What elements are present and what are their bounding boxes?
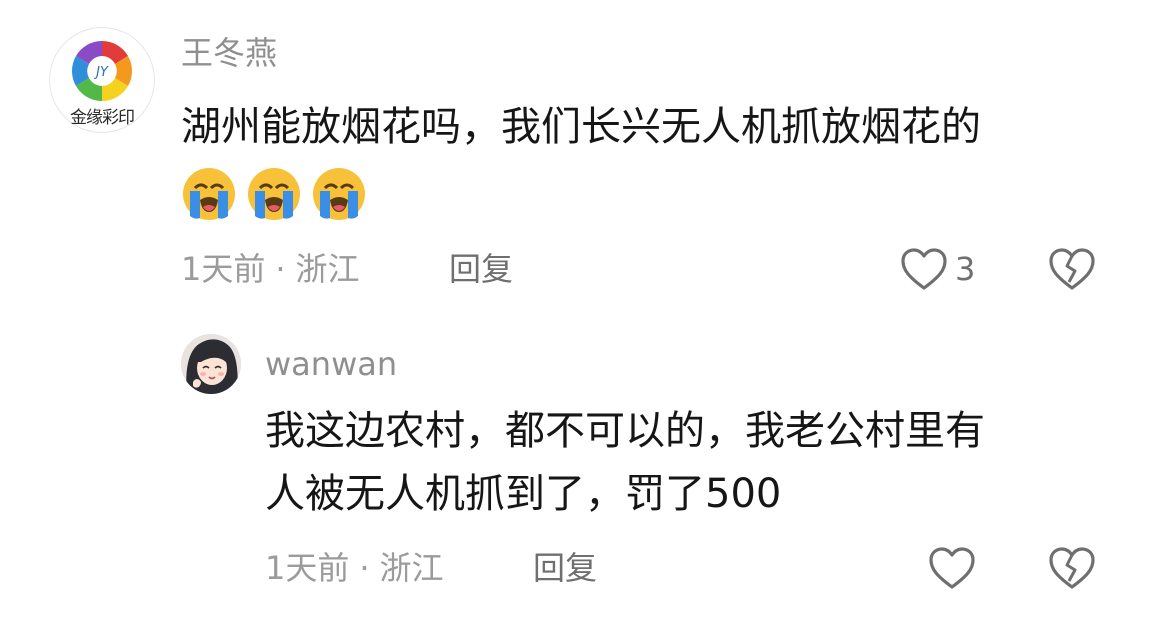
comment-emoji-row	[181, 166, 367, 222]
comment-location: 浙江	[295, 250, 360, 288]
dislike-button[interactable]	[1047, 545, 1097, 591]
reply-username[interactable]: wanwan	[265, 344, 397, 384]
avatar[interactable]: JY 金缘彩印	[49, 27, 155, 133]
like-count: 3	[955, 250, 976, 288]
loudly-crying-face-icon	[183, 168, 235, 220]
meta-separator: ·	[359, 549, 370, 587]
dislike-button[interactable]	[1047, 246, 1097, 292]
comment-meta: 1天前 · 浙江	[181, 249, 360, 289]
heart-outline-icon	[929, 547, 975, 589]
reply-button[interactable]: 回复	[533, 548, 597, 588]
reply-location: 浙江	[379, 549, 444, 587]
reply-time: 1天前	[265, 549, 350, 587]
svg-text:JY: JY	[93, 65, 109, 80]
reply-meta: 1天前 · 浙江	[265, 548, 444, 588]
reply-button[interactable]: 回复	[449, 249, 513, 289]
like-button[interactable]	[899, 246, 949, 292]
heart-outline-icon	[901, 248, 947, 290]
avatar[interactable]	[181, 334, 241, 394]
comment-text: 湖州能放烟花吗，我们长兴无人机抓放烟花的	[181, 104, 981, 150]
avatar-logo-text: 金缘彩印	[70, 108, 135, 128]
loudly-crying-face-icon	[248, 168, 301, 220]
like-button[interactable]	[927, 545, 977, 591]
meta-separator: ·	[275, 250, 286, 288]
girl-illustration-avatar-icon	[181, 334, 241, 394]
reply-text-line2: 人被无人机抓到了，罚了500	[265, 471, 782, 517]
loudly-crying-face-icon	[313, 168, 366, 220]
broken-heart-outline-icon	[1049, 547, 1095, 589]
reply-text-line1: 我这边农村，都不可以的，我老公村里有	[265, 408, 985, 454]
comment-username[interactable]: 王冬燕	[181, 33, 277, 73]
comment-time: 1天前	[181, 250, 266, 288]
broken-heart-outline-icon	[1049, 248, 1095, 290]
